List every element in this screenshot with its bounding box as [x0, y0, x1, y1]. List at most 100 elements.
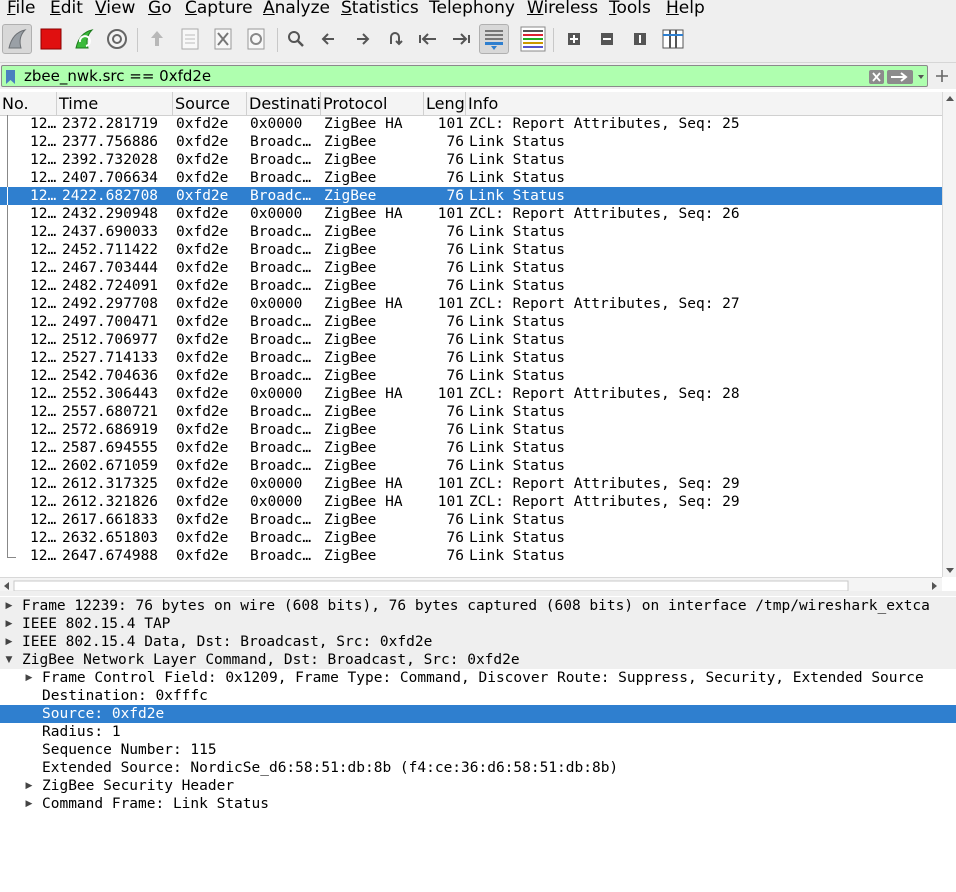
- detail-tree-item[interactable]: Extended Source: NordicSe_d6:58:51:db:8b…: [0, 759, 956, 777]
- shark-fin-start-icon[interactable]: [2, 24, 32, 54]
- menu-view[interactable]: View: [95, 0, 135, 19]
- go-to-packet-icon[interactable]: [380, 24, 410, 54]
- detail-tree-item[interactable]: ▶ Frame Control Field: 0x1209, Frame Type…: [0, 669, 956, 687]
- cell-destination: Broadc…: [250, 332, 312, 348]
- column-info[interactable]: Info: [466, 92, 942, 115]
- stop-capture-icon[interactable]: [36, 24, 66, 54]
- normal-size-icon[interactable]: [625, 24, 655, 54]
- resize-columns-icon[interactable]: [658, 24, 688, 54]
- collapsed-arrow-icon[interactable]: ▶: [22, 795, 36, 813]
- packet-row[interactable]: 12… 2492.297708 0xfd2e 0x0000 ZigBee HA 101 ZC…: [0, 295, 942, 313]
- column-destination[interactable]: Destinati: [247, 92, 321, 115]
- filter-history-dropdown-icon[interactable]: [916, 69, 926, 83]
- detail-text: Sequence Number: 115: [42, 742, 217, 758]
- filter-text[interactable]: zbee_nwk.src == 0xfd2e: [24, 66, 211, 86]
- detail-tree-item[interactable]: Radius: 1: [0, 723, 956, 741]
- column-source[interactable]: Source: [173, 92, 247, 115]
- display-filter-input[interactable]: zbee_nwk.src == 0xfd2e: [1, 65, 928, 87]
- menu-go[interactable]: Go: [148, 0, 172, 19]
- packet-row[interactable]: 12… 2377.756886 0xfd2e Broadc… ZigBee 76 Link …: [0, 133, 942, 151]
- find-packet-icon[interactable]: [281, 24, 311, 54]
- menu-analyze[interactable]: Analyze: [263, 0, 330, 19]
- packet-row[interactable]: 12… 2407.706634 0xfd2e Broadc… ZigBee 76 Link …: [0, 169, 942, 187]
- detail-tree-item[interactable]: ▶ IEEE 802.15.4 TAP: [0, 615, 956, 633]
- packet-list-vertical-scrollbar[interactable]: [942, 92, 956, 577]
- detail-tree-item[interactable]: ▶ ZigBee Security Header: [0, 777, 956, 795]
- packet-row[interactable]: 12… 2552.306443 0xfd2e 0x0000 ZigBee HA 101 ZC…: [0, 385, 942, 403]
- column-length[interactable]: Leng: [424, 92, 466, 115]
- restart-capture-icon[interactable]: [69, 24, 99, 54]
- main-toolbar: [0, 19, 956, 63]
- detail-tree-item[interactable]: ▼ ZigBee Network Layer Command, Dst: Broa…: [0, 651, 956, 669]
- go-first-icon[interactable]: [413, 24, 443, 54]
- packet-row[interactable]: 12… 2542.704636 0xfd2e Broadc… ZigBee 76 Link …: [0, 367, 942, 385]
- packet-row[interactable]: 12… 2572.686919 0xfd2e Broadc… ZigBee 76 Link …: [0, 421, 942, 439]
- packet-row[interactable]: 12… 2422.682708 0xfd2e Broadc… ZigBee 76 Link …: [0, 187, 942, 205]
- packet-row[interactable]: 12… 2467.703444 0xfd2e Broadc… ZigBee 76 Link …: [0, 259, 942, 277]
- column-protocol[interactable]: Protocol: [321, 92, 424, 115]
- packet-row[interactable]: 12… 2372.281719 0xfd2e 0x0000 ZigBee HA 101 ZC…: [0, 115, 942, 133]
- packet-row[interactable]: 12… 2482.724091 0xfd2e Broadc… ZigBee 76 Link …: [0, 277, 942, 295]
- apply-filter-icon[interactable]: [887, 69, 913, 84]
- clear-filter-icon[interactable]: [869, 69, 884, 84]
- cell-source: 0xfd2e: [176, 350, 229, 366]
- menu-file[interactable]: File: [7, 0, 35, 19]
- save-file-icon[interactable]: [175, 24, 205, 54]
- auto-scroll-icon[interactable]: [479, 24, 509, 54]
- go-back-icon[interactable]: [314, 24, 344, 54]
- packet-row[interactable]: 12… 2527.714133 0xfd2e Broadc… ZigBee 76 Link …: [0, 349, 942, 367]
- collapsed-arrow-icon[interactable]: ▶: [22, 777, 36, 795]
- packet-row[interactable]: 12… 2452.711422 0xfd2e Broadc… ZigBee 76 Link …: [0, 241, 942, 259]
- detail-tree-item[interactable]: ▶ Command Frame: Link Status: [0, 795, 956, 813]
- packet-row[interactable]: 12… 2617.661833 0xfd2e Broadc… ZigBee 76 Link …: [0, 511, 942, 529]
- close-file-icon[interactable]: [208, 24, 238, 54]
- collapsed-arrow-icon[interactable]: ▶: [22, 669, 36, 687]
- menu-wireless[interactable]: Wireless: [527, 0, 598, 19]
- menu-statistics[interactable]: Statistics: [341, 0, 419, 19]
- packet-row[interactable]: 12… 2557.680721 0xfd2e Broadc… ZigBee 76 Link …: [0, 403, 942, 421]
- expanded-arrow-icon[interactable]: ▼: [2, 651, 16, 669]
- cell-info: Link Status: [469, 188, 566, 204]
- packet-row[interactable]: 12… 2602.671059 0xfd2e Broadc… ZigBee 76 Link …: [0, 457, 942, 475]
- packet-list-horizontal-scrollbar[interactable]: [0, 577, 942, 592]
- cell-destination: Broadc…: [250, 278, 312, 294]
- menu-help[interactable]: Help: [666, 0, 705, 19]
- collapsed-arrow-icon[interactable]: ▶: [2, 597, 16, 615]
- zoom-out-icon[interactable]: [592, 24, 622, 54]
- menu-edit[interactable]: Edit: [50, 0, 83, 19]
- zoom-in-icon[interactable]: [559, 24, 589, 54]
- detail-tree-item[interactable]: Source: 0xfd2e: [0, 705, 956, 723]
- packet-row[interactable]: 12… 2497.700471 0xfd2e Broadc… ZigBee 76 Link …: [0, 313, 942, 331]
- detail-tree-item[interactable]: ▶ IEEE 802.15.4 Data, Dst: Broadcast, Src…: [0, 633, 956, 651]
- packet-row[interactable]: 12… 2437.690033 0xfd2e Broadc… ZigBee 76 Link …: [0, 223, 942, 241]
- bookmark-icon[interactable]: [6, 69, 15, 84]
- packet-row[interactable]: 12… 2612.317325 0xfd2e 0x0000 ZigBee HA 101 ZC…: [0, 475, 942, 493]
- colorize-icon[interactable]: [518, 24, 548, 54]
- menu-tools[interactable]: Tools: [609, 0, 651, 19]
- packet-row[interactable]: 12… 2612.321826 0xfd2e 0x0000 ZigBee HA 101 ZC…: [0, 493, 942, 511]
- cell-info: ZCL: Report Attributes, Seq: 28: [469, 386, 740, 402]
- column-time[interactable]: Time: [57, 92, 173, 115]
- packet-row[interactable]: 12… 2587.694555 0xfd2e Broadc… ZigBee 76 Link …: [0, 439, 942, 457]
- packet-row[interactable]: 12… 2632.651803 0xfd2e Broadc… ZigBee 76 Link …: [0, 529, 942, 547]
- detail-tree-item[interactable]: ▶ Frame 12239: 76 bytes on wire (608 bits…: [0, 597, 956, 615]
- related-packet-line: [7, 151, 16, 169]
- cell-length: 76: [446, 224, 464, 240]
- open-file-icon[interactable]: [142, 24, 172, 54]
- menu-telephony[interactable]: Telephony: [429, 0, 515, 19]
- go-last-icon[interactable]: [446, 24, 476, 54]
- reload-file-icon[interactable]: [241, 24, 271, 54]
- detail-tree-item[interactable]: Sequence Number: 115: [0, 741, 956, 759]
- capture-options-icon[interactable]: [102, 24, 132, 54]
- collapsed-arrow-icon[interactable]: ▶: [2, 615, 16, 633]
- packet-row[interactable]: 12… 2512.706977 0xfd2e Broadc… ZigBee 76 Link …: [0, 331, 942, 349]
- menu-capture[interactable]: Capture: [185, 0, 253, 19]
- column-no[interactable]: No.: [0, 92, 57, 115]
- add-filter-button-icon[interactable]: [933, 66, 951, 86]
- packet-row[interactable]: 12… 2392.732028 0xfd2e Broadc… ZigBee 76 Link …: [0, 151, 942, 169]
- detail-tree-item[interactable]: Destination: 0xfffc: [0, 687, 956, 705]
- collapsed-arrow-icon[interactable]: ▶: [2, 633, 16, 651]
- packet-row[interactable]: 12… 2647.674988 0xfd2e Broadc… ZigBee 76 Link …: [0, 547, 942, 565]
- go-forward-icon[interactable]: [347, 24, 377, 54]
- packet-row[interactable]: 12… 2432.290948 0xfd2e 0x0000 ZigBee HA 101 ZC…: [0, 205, 942, 223]
